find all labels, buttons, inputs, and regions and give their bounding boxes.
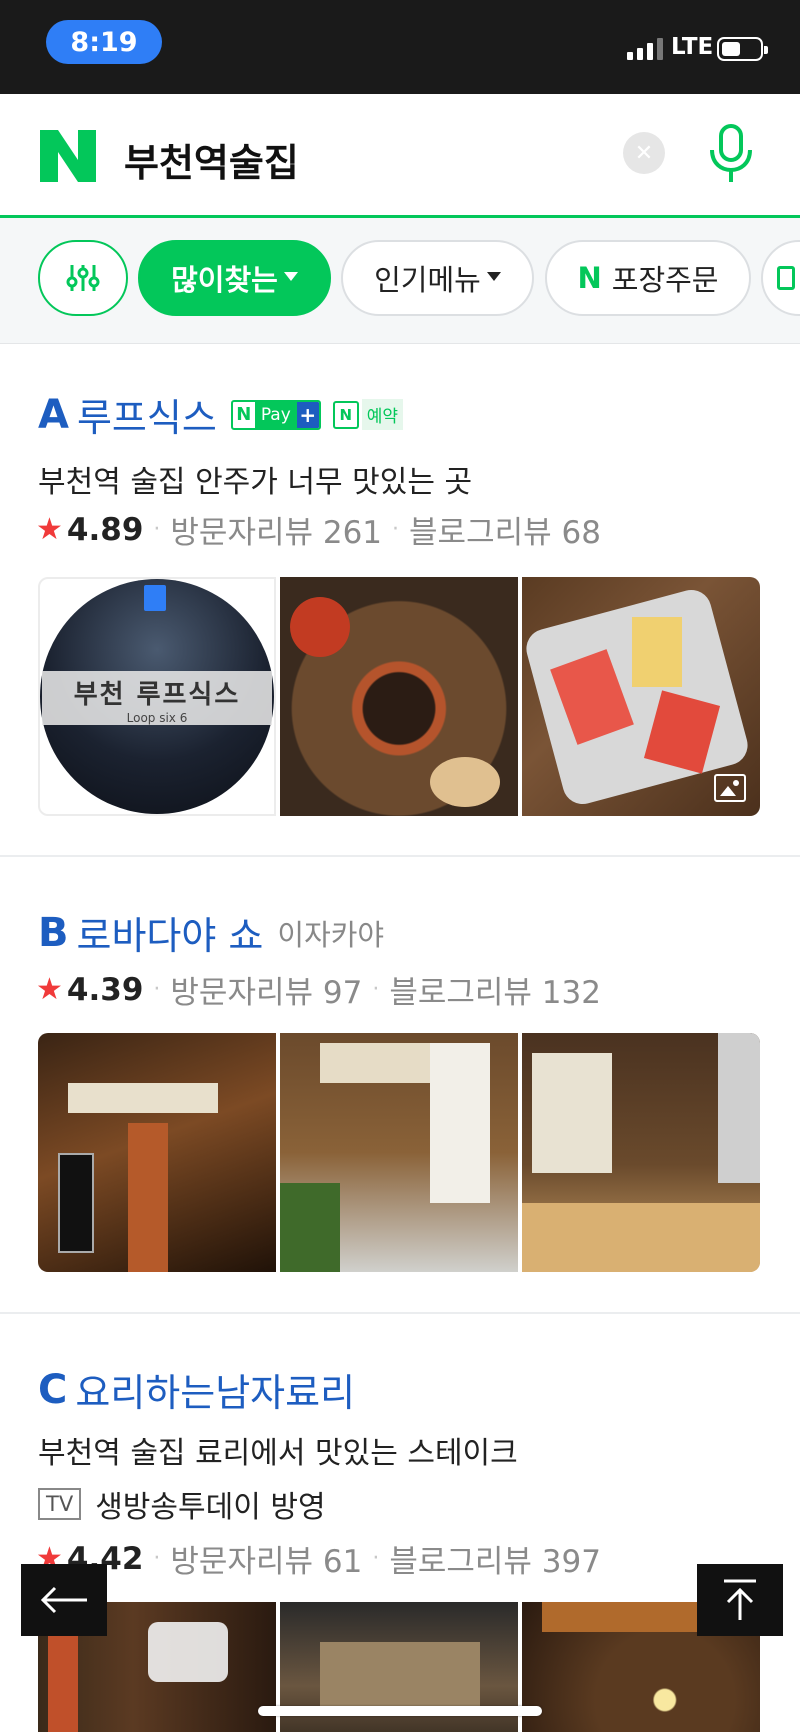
search-input[interactable]: 부천역술집 — [124, 132, 299, 187]
entrance-photo[interactable] — [280, 1033, 518, 1272]
caret-down-icon — [486, 271, 501, 281]
visitor-reviews[interactable]: 방문자리뷰 61 — [170, 1536, 362, 1581]
sliders-icon — [66, 265, 100, 291]
microphone-icon[interactable] — [706, 124, 756, 186]
booking-label: 예약 — [361, 399, 404, 430]
visitor-reviews[interactable]: 방문자리뷰 97 — [170, 967, 362, 1012]
listing-a[interactable]: A 루프식스 N Pay + N 예약 부천역 술집 안주가 너무 맛있는 곳 … — [0, 345, 800, 855]
logo-banner: 부천 루프식스 Loop six 6 — [42, 671, 272, 725]
listing-letter: C — [38, 1366, 68, 1413]
restaurant-logo-photo[interactable]: 부천 루프식스 Loop six 6 — [38, 577, 276, 816]
caret-down-icon — [283, 271, 298, 281]
tv-text: 생방송투데이 방영 — [95, 1490, 326, 1525]
rating-row: ★ 4.42 · 방문자리뷰 61 · 블로그리뷰 397 — [36, 1536, 601, 1581]
status-time: 8:19 — [46, 20, 162, 64]
rating-score: 4.39 — [66, 971, 144, 1008]
home-indicator[interactable] — [258, 1706, 542, 1716]
naver-n-icon: N — [232, 404, 255, 425]
clear-search-button[interactable]: ✕ — [623, 132, 665, 174]
rating-row: ★ 4.39 · 방문자리뷰 97 · 블로그리뷰 132 — [36, 967, 601, 1012]
listing-category: 이자카야 — [277, 917, 385, 952]
search-header: 부천역술집 ✕ — [0, 94, 800, 218]
filter-bar: 많이찾는 인기메뉴 N 포장주문 — [0, 218, 800, 344]
filter-settings-button[interactable] — [38, 240, 128, 316]
status-bar: 8:19 LTE — [0, 0, 800, 94]
star-icon: ★ — [36, 512, 63, 547]
filter-chip-label: 많이찾는 — [171, 263, 278, 297]
listing-letter: A — [38, 391, 69, 438]
listing-title-row: A 루프식스 N Pay + N 예약 — [38, 387, 404, 442]
filter-chip-more[interactable] — [761, 240, 800, 316]
listing-description: 부천역 술집 료리에서 맛있는 스테이크 — [38, 1436, 518, 1471]
pay-label: Pay — [254, 401, 297, 428]
calendar-icon — [777, 266, 795, 290]
network-label: LTE — [671, 34, 714, 60]
booking-badge: N 예약 — [332, 399, 404, 430]
arrow-up-icon — [724, 1579, 756, 1620]
calendar-icon: N — [332, 400, 359, 429]
visitor-reviews[interactable]: 방문자리뷰 261 — [170, 507, 382, 552]
logo-subtext: Loop six 6 — [126, 711, 188, 725]
storefront-photo[interactable] — [38, 1033, 276, 1272]
blog-reviews[interactable]: 블로그리뷰 68 — [409, 507, 601, 552]
scroll-to-top-button[interactable] — [697, 1564, 783, 1636]
naver-logo-icon[interactable] — [40, 130, 96, 182]
filter-chip-popular[interactable]: 많이찾는 — [138, 240, 331, 316]
naver-pay-badge: N Pay + — [230, 399, 321, 430]
interior-photo[interactable] — [522, 1033, 760, 1272]
listing-title-row: C 요리하는남자료리 — [38, 1362, 355, 1417]
plus-icon: + — [296, 401, 319, 428]
rating-row: ★ 4.89 · 방문자리뷰 261 · 블로그리뷰 68 — [36, 507, 601, 552]
battery-icon — [717, 37, 768, 61]
rating-score: 4.89 — [66, 511, 144, 548]
listing-name[interactable]: 루프식스 — [77, 387, 217, 442]
photo-strip — [38, 1033, 762, 1272]
listing-name[interactable]: 요리하는남자료리 — [75, 1362, 355, 1417]
listing-letter: B — [38, 909, 69, 956]
naver-n-icon: N — [577, 261, 602, 295]
filter-chip-takeout[interactable]: N 포장주문 — [545, 240, 751, 316]
listing-c[interactable]: C 요리하는남자료리 부천역 술집 료리에서 맛있는 스테이크 TV 생방송투데… — [0, 1314, 800, 1732]
tv-badge: TV — [38, 1488, 82, 1520]
fruit-platter-photo[interactable] — [522, 577, 760, 816]
tv-row: TV 생방송투데이 방영 — [38, 1482, 326, 1526]
listing-b[interactable]: B 로바다야 쇼 이자카야 ★ 4.39 · 방문자리뷰 97 · 블로그리뷰 … — [0, 857, 800, 1312]
signal-icon — [627, 36, 663, 60]
photo-strip: 부천 루프식스 Loop six 6 — [38, 577, 762, 816]
star-icon: ★ — [36, 972, 63, 1007]
arrow-left-icon — [40, 1586, 87, 1614]
food-photo[interactable] — [280, 577, 518, 816]
gallery-icon — [714, 774, 746, 802]
listing-name[interactable]: 로바다야 쇼 — [77, 905, 264, 960]
filter-chip-menu[interactable]: 인기메뉴 — [341, 240, 534, 316]
blog-reviews[interactable]: 블로그리뷰 397 — [389, 1536, 601, 1581]
listing-description: 부천역 술집 안주가 너무 맛있는 곳 — [38, 465, 473, 500]
filter-chip-label: 인기메뉴 — [374, 263, 481, 297]
logo-mark-icon — [144, 585, 166, 611]
logo-text: 부천 루프식스 — [73, 680, 241, 710]
filter-chip-label: 포장주문 — [611, 263, 719, 297]
listing-title-row: B 로바다야 쇼 이자카야 — [38, 905, 384, 960]
blog-reviews[interactable]: 블로그리뷰 132 — [389, 967, 601, 1012]
back-button[interactable] — [21, 1564, 107, 1636]
